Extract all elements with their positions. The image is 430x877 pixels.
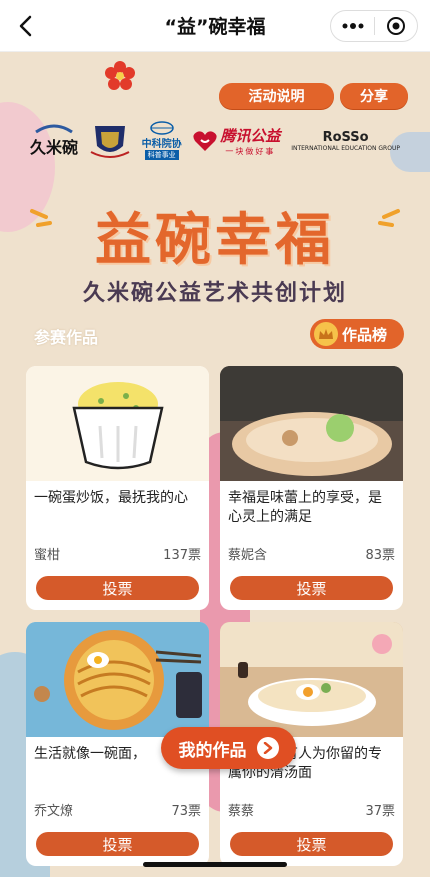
- banner-subheadline: 久米碗公益艺术共创计划: [82, 281, 347, 306]
- entry-card[interactable]: 幸福是味蕾上的享受，是心灵上的满足 蔡妮含 83票 投票: [220, 366, 403, 610]
- vote-button[interactable]: 投票: [36, 576, 199, 600]
- chevron-left-icon: [19, 15, 32, 37]
- entry-author: 蜜柑: [34, 548, 61, 563]
- ellipsis-icon: [342, 23, 363, 29]
- vote-button[interactable]: 投票: [36, 832, 199, 856]
- top-navigation-bar: “益”碗幸福: [0, 0, 430, 52]
- entry-image: [220, 622, 403, 737]
- rosso-logo: RoSSo INTERNATIONAL EDUCATION GROUP: [291, 129, 400, 152]
- vote-button[interactable]: 投票: [230, 576, 393, 600]
- wing-icon: [35, 124, 73, 133]
- entry-caption: 一碗蛋炒饭，最抚我的心: [34, 490, 188, 506]
- target-circle-icon: [386, 17, 405, 35]
- section-label: 参赛作品: [34, 328, 99, 347]
- fried-rice-illustration: [72, 382, 164, 470]
- emblem-logo: [89, 122, 131, 160]
- crown-icon: [314, 322, 338, 346]
- entry-meta: 蔡妮含 83票: [228, 544, 395, 563]
- noodle-soup-photo: [220, 366, 403, 481]
- my-works-button[interactable]: 我的作品: [161, 727, 296, 769]
- heart-icon: [193, 130, 218, 151]
- shield-emblem-icon: [90, 125, 130, 158]
- globe-icon: [149, 121, 174, 135]
- flower-icon: [105, 61, 135, 90]
- my-works-label: 我的作品: [178, 740, 247, 761]
- share-button[interactable]: 分享: [340, 83, 408, 109]
- entry-caption: 幸福是味蕾上的享受，是心灵上的满足: [228, 490, 382, 525]
- noodle-drawing: [26, 622, 209, 737]
- clear-soup-noodle-illustration: [220, 622, 403, 737]
- banner-headline: 益碗幸福: [95, 208, 335, 273]
- entry-image: [26, 622, 209, 737]
- page-title: “益”碗幸福: [164, 16, 266, 38]
- entry-author: 蔡妮含: [228, 548, 268, 563]
- entry-meta: 蔡蔡 37票: [228, 800, 395, 819]
- jiumi-logo: 久米碗: [30, 124, 78, 158]
- cfmsa-logo: 中科院协 科普事业: [142, 121, 182, 160]
- entry-card[interactable]: 一碗蛋炒饭，最抚我的心 蜜柑 137票 投票: [26, 366, 209, 610]
- close-miniprogram-button[interactable]: [375, 11, 417, 41]
- ranking-button[interactable]: 作品榜: [310, 319, 404, 349]
- entry-votes: 83票: [365, 548, 395, 563]
- ranking-label: 作品榜: [342, 325, 388, 344]
- vote-button[interactable]: 投票: [230, 832, 393, 856]
- entry-votes: 137票: [163, 548, 201, 563]
- entry-image: [26, 366, 209, 481]
- back-button[interactable]: [12, 12, 40, 40]
- entry-author: 乔文燎: [34, 804, 74, 819]
- sponsor-logos: 久米碗 中科院协 科普事业 腾讯公益 一块做好事 RoSSo INTERNATI…: [30, 118, 400, 163]
- tencent-charity-logo: 腾讯公益 一块做好事: [192, 125, 280, 157]
- activity-rules-button[interactable]: 活动说明: [219, 83, 334, 109]
- entry-image: [220, 366, 403, 481]
- entry-meta: 蜜柑 137票: [34, 544, 201, 563]
- entry-meta: 乔文燎 73票: [34, 800, 201, 819]
- entry-votes: 37票: [365, 804, 395, 819]
- entry-votes: 73票: [171, 804, 201, 819]
- more-button[interactable]: [331, 11, 374, 41]
- entry-author: 蔡蔡: [228, 804, 255, 819]
- arrow-right-icon: [256, 737, 279, 759]
- mini-program-capsule: [330, 10, 418, 42]
- home-indicator: [143, 862, 287, 867]
